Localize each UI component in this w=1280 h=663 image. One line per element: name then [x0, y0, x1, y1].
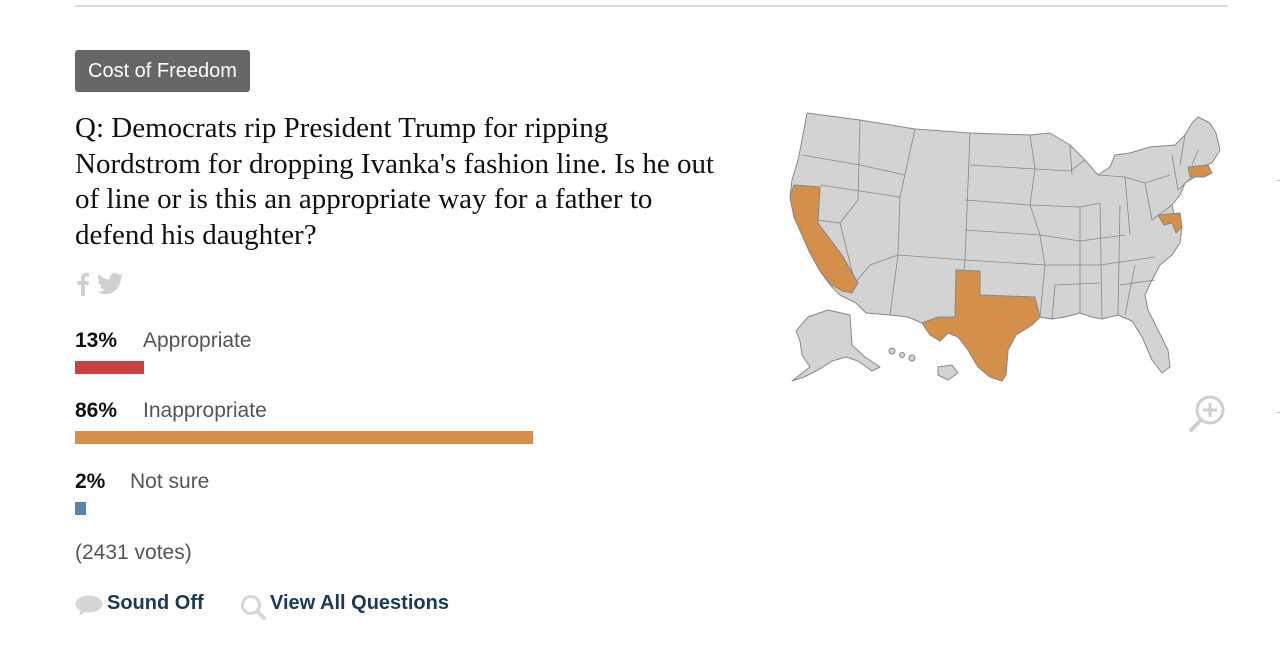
map-alaska — [791, 309, 881, 382]
result-label: Not sure — [130, 470, 210, 493]
result-bar — [75, 431, 533, 444]
facebook-icon[interactable] — [76, 270, 90, 301]
poll-question: Q: Democrats rip President Trump for rip… — [75, 112, 715, 251]
result-label: Inappropriate — [143, 399, 267, 422]
share-bar — [76, 270, 124, 298]
result-percent: 13% — [75, 329, 118, 352]
zoom-in-icon[interactable] — [1186, 390, 1230, 439]
top-divider — [75, 5, 1228, 7]
map-state-massachusetts — [1187, 164, 1213, 178]
result-bar — [75, 361, 144, 374]
result-percent: 2% — [75, 470, 106, 493]
sound-off-label[interactable]: Sound Off — [107, 592, 204, 615]
view-all-questions-link[interactable]: View All Questions — [240, 592, 465, 620]
category-tag[interactable]: Cost of Freedom — [75, 50, 250, 92]
us-results-map — [789, 112, 1221, 382]
twitter-icon[interactable] — [96, 270, 124, 301]
map-hawaii — [888, 347, 959, 381]
vote-count: (2431 votes) — [75, 541, 192, 564]
result-percent: 86% — [75, 399, 118, 422]
result-label: Appropriate — [143, 329, 252, 352]
view-all-label[interactable]: View All Questions — [270, 592, 449, 615]
sound-off-link[interactable]: Sound Off — [75, 592, 215, 618]
result-bar — [75, 502, 86, 515]
magnifier-icon — [240, 594, 266, 625]
speech-bubble-icon — [75, 595, 103, 622]
